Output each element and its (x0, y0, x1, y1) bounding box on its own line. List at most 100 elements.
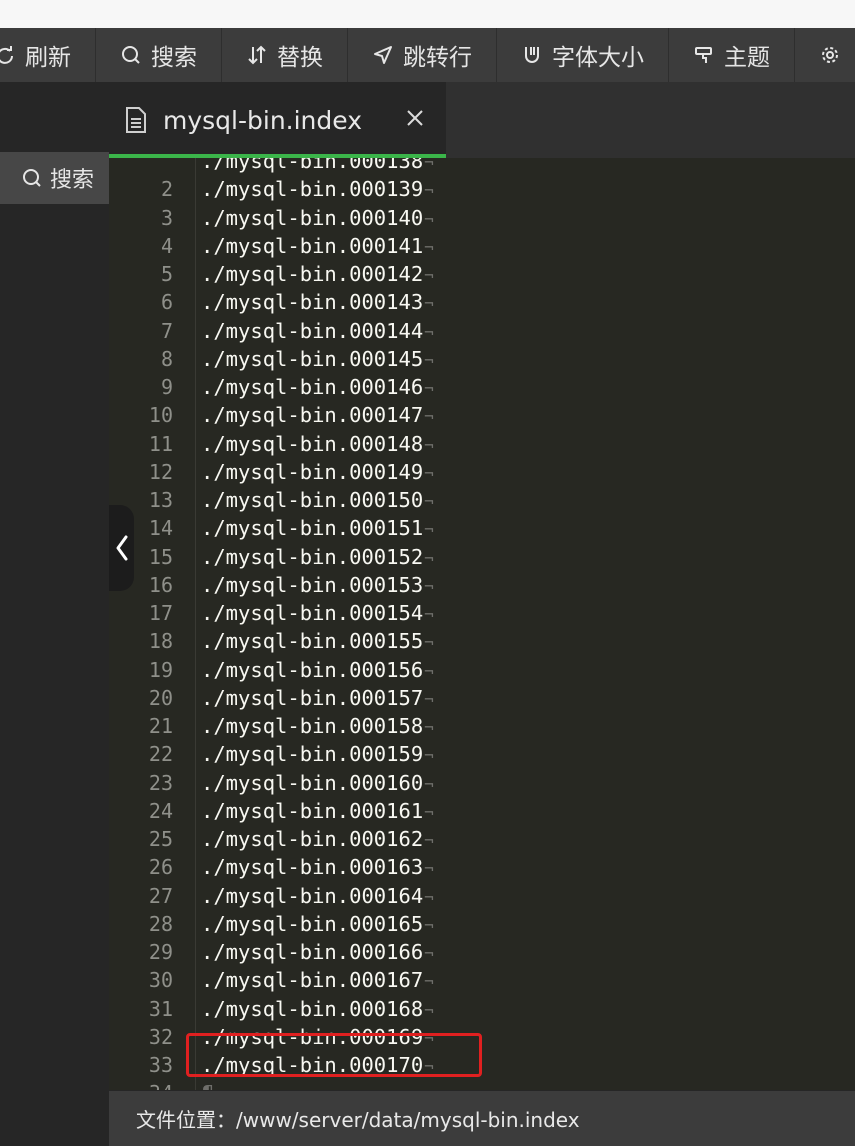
code-text: ./mysql-bin.000158 (201, 714, 424, 738)
document-icon (126, 107, 146, 133)
eol-marker: ¬ (424, 548, 434, 568)
code-text: ./mysql-bin.000167 (201, 968, 424, 993)
eol-marker: ¬ (424, 294, 434, 314)
file-sidebar: 搜索 (0, 82, 109, 1146)
code-text: ./mysql-bin.000143 (201, 290, 424, 315)
code-editor[interactable]: ./mysql-bin.000138¬ 2 ./mysql-bin.000139¬ 3… (109, 158, 855, 1090)
search-icon (120, 44, 142, 66)
goto-line-button[interactable]: 跳转行 (348, 28, 497, 82)
eol-marker: ¬ (424, 859, 434, 879)
code-line: 26 ./mysql-bin.000163¬ (109, 853, 855, 881)
replace-button[interactable]: 替换 (222, 28, 348, 82)
font-size-button[interactable]: 字体大小 (497, 28, 669, 82)
code-text: ./mysql-bin.000168 (201, 996, 424, 1021)
code-line-text: ./mysql-bin.000145¬ (201, 345, 434, 375)
code-line: 24 ./mysql-bin.000161¬ (109, 797, 855, 825)
font-size-label: 字体大小 (552, 45, 644, 71)
code-line-text: ./mysql-bin.000150¬ (201, 486, 434, 516)
eol-marker: ¬ (424, 181, 434, 201)
code-text: ./mysql-bin.000139 (201, 177, 424, 202)
code-line: 5 ./mysql-bin.000142¬ (109, 260, 855, 288)
code-text: ./mysql-bin.000157 (201, 685, 424, 710)
theme-label: 主题 (724, 45, 770, 71)
code-line-text: ./mysql-bin.000143¬ (201, 288, 434, 318)
code-line-text: ./mysql-bin.000142¬ (201, 260, 434, 290)
code-line-text: ./mysql-bin.000141¬ (201, 232, 434, 262)
code-line-text: ./mysql-bin.000152¬ (201, 543, 434, 573)
code-text: ./mysql-bin.000156 (201, 657, 424, 682)
highlight-annotation-box (186, 1033, 482, 1077)
code-line-text: ./mysql-bin.000164¬ (201, 882, 434, 912)
eol-marker: ¬ (424, 520, 434, 540)
line-number: 2 (160, 177, 173, 202)
code-line-text: ./mysql-bin.000159¬ (201, 740, 434, 770)
code-line-text: ./mysql-bin.000161¬ (201, 797, 434, 827)
line-number: 18 (148, 629, 173, 654)
code-line-text: ./mysql-bin.000151¬ (201, 514, 434, 544)
code-line-text: ./mysql-bin.000147¬ (201, 401, 434, 431)
code-line: 8 ./mysql-bin.000145¬ (109, 345, 855, 373)
line-number: 21 (148, 714, 173, 738)
replace-icon (246, 44, 268, 66)
code-line-text: ./mysql-bin.000155¬ (201, 627, 434, 657)
code-line: 18 ./mysql-bin.000155¬ (109, 627, 855, 655)
eol-marker: ¬ (424, 237, 434, 257)
window-top-strip (0, 0, 855, 28)
eol-marker: ¬ (424, 944, 434, 963)
code-line-text: ./mysql-bin.000149¬ (201, 458, 434, 488)
line-number: 11 (148, 431, 173, 456)
code-line: 22 ./mysql-bin.000159¬ (109, 740, 855, 768)
line-number: 17 (148, 601, 173, 625)
sidebar-search-button[interactable]: 搜索 (0, 152, 109, 204)
eol-marker: ¬ (424, 209, 434, 229)
code-text: ./mysql-bin.000164 (201, 883, 424, 908)
code-text: ./mysql-bin.000162 (201, 827, 424, 851)
sidebar-collapse-handle[interactable] (109, 505, 134, 591)
line-number: 19 (148, 657, 173, 682)
close-icon[interactable] (403, 106, 427, 130)
line-number: 32 (148, 1024, 173, 1049)
line-number: 29 (148, 940, 173, 964)
eol-marker: ¬ (424, 576, 434, 596)
code-line-text: ./mysql-bin.000160¬ (201, 769, 434, 799)
tab-mysql-bin-index[interactable]: mysql-bin.index (109, 82, 446, 158)
line-number: 27 (148, 883, 173, 908)
magnet-icon (521, 44, 543, 66)
eol-marker: ¬ (424, 266, 434, 285)
line-number: 10 (148, 403, 173, 428)
eol-marker: ¬ (424, 492, 434, 511)
tab-title: mysql-bin.index (163, 105, 363, 135)
eol-marker: ¬ (424, 661, 434, 681)
code-line: 30 ./mysql-bin.000167¬ (109, 966, 855, 994)
sidebar-search-label: 搜索 (50, 168, 95, 193)
code-line-text: ./mysql-bin.000140¬ (201, 204, 434, 234)
eol-marker: ¬ (424, 915, 434, 935)
code-text: ./mysql-bin.000155 (201, 629, 424, 654)
line-number: 5 (160, 262, 173, 286)
code-text: ./mysql-bin.000140 (201, 205, 424, 230)
line-number: 22 (148, 742, 173, 767)
code-text: ./mysql-bin.000147 (201, 403, 424, 428)
code-text: ./mysql-bin.000138 (201, 158, 424, 173)
refresh-button[interactable]: 刷新 (0, 28, 96, 82)
theme-button[interactable]: 主题 (669, 28, 795, 82)
code-line: 17 ./mysql-bin.000154¬ (109, 599, 855, 627)
code-line: 19 ./mysql-bin.000156¬ (109, 656, 855, 684)
eol-marker: ¬ (424, 322, 434, 342)
chevron-left-icon (116, 535, 127, 561)
code-line-text: ./mysql-bin.000146¬ (201, 373, 434, 403)
settings-button[interactable] (795, 28, 855, 82)
code-line: 3 ./mysql-bin.000140¬ (109, 204, 855, 232)
code-line-text: ./mysql-bin.000138¬ (201, 158, 434, 177)
code-text: ./mysql-bin.000151 (201, 516, 424, 541)
code-line: 10 ./mysql-bin.000147¬ (109, 401, 855, 429)
eol-marker: ¬ (424, 407, 434, 427)
code-line: 9 ./mysql-bin.000146¬ (109, 373, 855, 401)
code-line: 13 ./mysql-bin.000150¬ (109, 486, 855, 514)
code-text: ./mysql-bin.000161 (201, 798, 424, 823)
search-button[interactable]: 搜索 (96, 28, 222, 82)
line-number: 33 (148, 1053, 173, 1077)
code-line-text: ./mysql-bin.000154¬ (201, 599, 434, 629)
eol-marker: ¬ (424, 633, 434, 653)
code-line-text: ./mysql-bin.000162¬ (201, 825, 434, 855)
